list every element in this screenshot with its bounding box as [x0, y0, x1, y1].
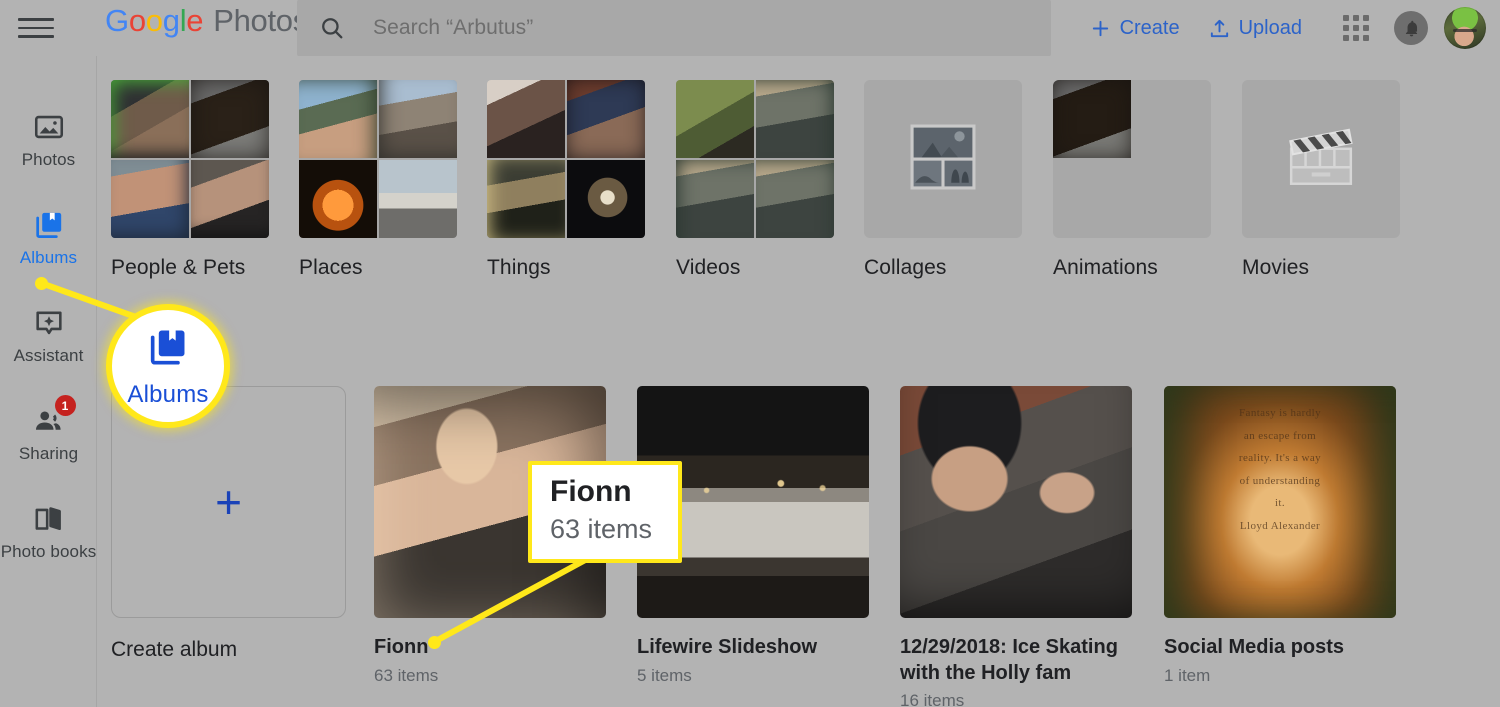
brand-logo: Google Photos [105, 3, 308, 38]
book-icon [32, 502, 66, 536]
category-thumbnail [1242, 80, 1400, 238]
thumb-tile [191, 160, 269, 238]
category-row: People & Pets Places Things Videos Colla… [0, 80, 1500, 280]
category-label: Movies [1242, 256, 1310, 279]
thumb-tile [567, 80, 645, 158]
thumb-tile [299, 80, 377, 158]
clapperboard-icon [1285, 126, 1357, 193]
sidebar-item-label: Assistant [13, 346, 84, 365]
thumb-tile [1133, 80, 1211, 158]
category-movies[interactable]: Movies [1242, 80, 1400, 280]
category-label: Places [299, 256, 363, 279]
album-count: 16 items [900, 691, 965, 707]
thumb-tile [567, 160, 645, 238]
thumb-tile [487, 160, 565, 238]
category-thumbnail [299, 80, 457, 238]
thumb-tile [756, 160, 834, 238]
thumb-tile [299, 160, 377, 238]
thumb-tile [676, 80, 754, 158]
album-thumbnail [637, 386, 869, 618]
create-album-card[interactable]: + Create album [111, 386, 346, 662]
album-title: Lifewire Slideshow [637, 636, 818, 658]
upload-icon [1208, 17, 1231, 40]
create-button-label: Create [1119, 16, 1180, 39]
category-things[interactable]: Things [487, 80, 645, 280]
album-title: 12/29/2018: Ice Skating with the Holly f… [900, 636, 1118, 684]
plus-icon [1089, 17, 1112, 40]
thumb-tile [191, 80, 269, 158]
collage-placeholder-icon [910, 124, 976, 195]
search-placeholder: Search “Arbutus” [373, 16, 534, 39]
album-count: 63 items [374, 665, 439, 685]
status-badge: 1 [54, 395, 76, 416]
album-thumbnail: Fantasy is hardly an escape from reality. … [1164, 386, 1396, 618]
category-thumbnail [111, 80, 269, 238]
app-header: Google Photos Search “Arbutus” Create Up… [0, 0, 1500, 56]
sidebar-item-label: Sharing [18, 444, 79, 463]
sharing-icon: 1 [32, 395, 76, 438]
category-thumbnail [487, 80, 645, 238]
thumb-tile [1053, 160, 1131, 238]
apps-grid-icon[interactable] [1334, 6, 1378, 50]
category-places[interactable]: Places [299, 80, 457, 280]
album-thumbnail [374, 386, 606, 618]
category-label: Collages [864, 256, 947, 279]
category-label: Videos [676, 256, 741, 279]
plus-icon: + [215, 476, 242, 528]
assistant-icon [32, 306, 66, 340]
albums-icon [145, 324, 191, 375]
category-thumbnail [676, 80, 834, 238]
album-thumbnail [900, 386, 1132, 618]
hamburger-menu-icon[interactable] [18, 10, 56, 46]
sidebar-item-sharing[interactable]: 1 Sharing [0, 395, 97, 464]
category-label: Things [487, 256, 551, 279]
category-people-pets[interactable]: People & Pets [111, 80, 269, 280]
avatar[interactable] [1444, 7, 1486, 49]
search-icon [319, 15, 345, 41]
album-card[interactable]: Fionn 63 items [374, 386, 606, 686]
album-count: 5 items [637, 665, 692, 685]
thumb-tile [676, 160, 754, 238]
upload-button-label: Upload [1238, 16, 1302, 39]
create-album-surface[interactable]: + [111, 386, 346, 618]
create-button[interactable]: Create [1075, 11, 1194, 46]
album-title: Fionn [374, 636, 429, 658]
thumbnail-quote-text: Fantasy is hardly an escape from reality. … [1238, 407, 1322, 532]
sidebar-item-label: Photo books [0, 542, 97, 561]
category-animations[interactable]: Animations [1053, 80, 1211, 280]
search-bar[interactable]: Search “Arbutus” [297, 0, 1051, 56]
category-collages[interactable]: Collages [864, 80, 1022, 280]
bell-icon[interactable] [1394, 11, 1428, 45]
thumb-tile [111, 80, 189, 158]
album-card[interactable]: Fantasy is hardly an escape from reality. … [1164, 386, 1396, 686]
header-actions: Create Upload [1075, 0, 1486, 56]
album-title: Social Media posts [1164, 636, 1345, 658]
thumb-tile [111, 160, 189, 238]
thumb-tile [487, 80, 565, 158]
album-count: 1 item [1164, 665, 1211, 685]
thumb-tile [379, 80, 457, 158]
brand-word: Photos [213, 3, 308, 38]
thumb-tile [756, 80, 834, 158]
create-album-label: Create album [111, 638, 238, 661]
album-card[interactable]: 12/29/2018: Ice Skating with the Holly f… [900, 386, 1132, 707]
category-videos[interactable]: Videos [676, 80, 834, 280]
sidebar-item-photo-books[interactable]: Photo books [0, 502, 97, 562]
thumb-tile [1133, 160, 1211, 238]
sidebar-item-assistant[interactable]: Assistant [0, 306, 97, 366]
upload-button[interactable]: Upload [1194, 11, 1316, 46]
category-thumbnail [1053, 80, 1211, 238]
category-label: Animations [1053, 256, 1158, 279]
category-label: People & Pets [111, 256, 246, 279]
thumb-tile [1053, 80, 1131, 158]
app-window: Google Photos Search “Arbutus” Create Up… [0, 0, 1500, 707]
category-thumbnail [864, 80, 1022, 238]
album-card[interactable]: Lifewire Slideshow 5 items [637, 386, 869, 686]
thumb-tile [379, 160, 457, 238]
